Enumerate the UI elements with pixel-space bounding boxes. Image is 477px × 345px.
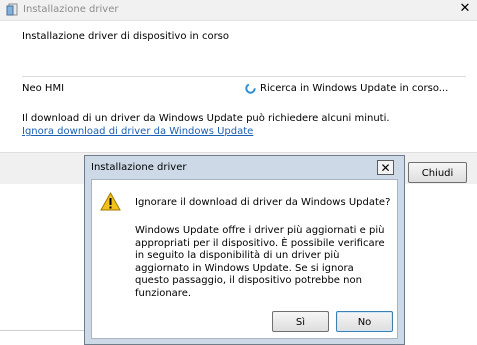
windows-update-search-status: Ricerca in Windows Update in corso... — [260, 83, 449, 94]
driver-install-icon — [6, 3, 19, 17]
dialog-question: Ignorare il download di driver da Window… — [135, 197, 391, 208]
dialog-titlebar: Installazione driver ✕ — [85, 156, 404, 178]
close-button[interactable]: Chiudi — [408, 162, 467, 183]
dialog-title: Installazione driver — [91, 162, 187, 173]
window-titlebar: Installazione driver ✕ — [0, 0, 477, 21]
warning-icon — [100, 191, 121, 211]
yes-button[interactable]: Sì — [272, 311, 329, 332]
dialog-message: Windows Update offre i driver più aggior… — [135, 225, 385, 299]
no-button[interactable]: No — [336, 311, 393, 332]
install-status-text: Installazione driver di dispositivo in c… — [22, 31, 230, 42]
busy-spinner-icon — [245, 83, 256, 94]
dialog-close-button[interactable]: ✕ — [377, 160, 394, 175]
divider — [22, 76, 466, 77]
background-divider — [0, 330, 92, 331]
download-info-text: Il download di un driver da Windows Upda… — [22, 113, 390, 124]
ignore-download-dialog: Installazione driver ✕ Ignorare il downl… — [84, 155, 405, 345]
window-title: Installazione driver — [23, 4, 119, 15]
ignore-download-link[interactable]: Ignora download di driver da Windows Upd… — [22, 126, 253, 137]
window-close-button[interactable]: ✕ — [458, 2, 472, 16]
dialog-body: Ignorare il download di driver da Window… — [91, 179, 398, 339]
device-name: Neo HMI — [22, 83, 65, 94]
